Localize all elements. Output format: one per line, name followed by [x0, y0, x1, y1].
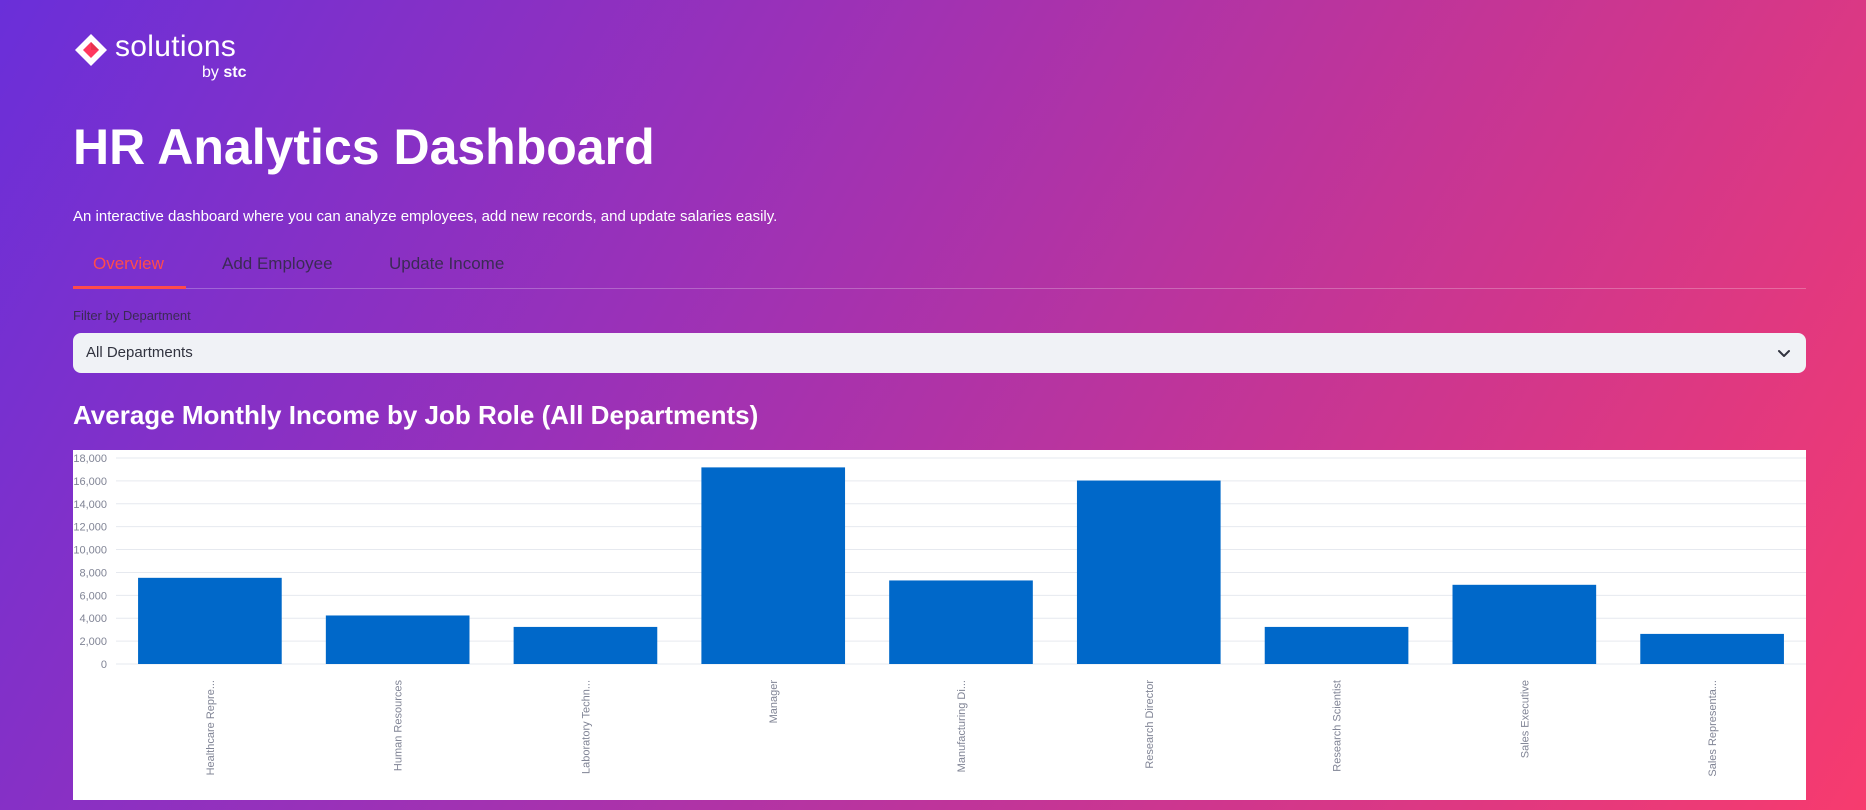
tab-update-income[interactable]: Update Income — [389, 254, 504, 274]
page-title: HR Analytics Dashboard — [73, 119, 655, 175]
tab-add-employee[interactable]: Add Employee — [222, 254, 333, 274]
active-tab-indicator — [73, 286, 186, 289]
chevron-down-icon — [1778, 350, 1790, 357]
brand-company: stc — [223, 64, 247, 81]
brand-logo: solutions by stc — [73, 30, 273, 86]
y-tick-label: 18,000 — [73, 453, 107, 465]
y-tick-label: 4,000 — [79, 613, 107, 625]
x-tick-label: Human Resources — [393, 680, 405, 772]
y-tick-label: 16,000 — [73, 476, 107, 488]
bar[interactable] — [1452, 584, 1597, 664]
y-tick-label: 6,000 — [79, 590, 107, 602]
x-tick-label: Laboratory Techn... — [580, 680, 592, 774]
bar[interactable] — [1264, 626, 1409, 664]
page-subtitle: An interactive dashboard where you can a… — [73, 208, 778, 225]
bar-layer — [138, 467, 1784, 664]
bar[interactable] — [513, 626, 658, 664]
bar[interactable] — [701, 467, 846, 664]
brand-byline: by stc — [202, 64, 246, 82]
y-tick-label: 2,000 — [79, 636, 107, 648]
brand-by: by — [202, 64, 219, 81]
x-tick-label: Research Director — [1144, 680, 1156, 769]
bar[interactable] — [1640, 633, 1784, 664]
y-tick-label: 8,000 — [79, 567, 107, 579]
bar[interactable] — [138, 577, 282, 664]
chart-svg: 0 2,000 4,000 6,000 8,000 10,000 12,000 14,000 1… — [73, 453, 1806, 777]
department-select[interactable]: All Departments — [73, 333, 1806, 373]
y-tick-label: 0 — [101, 659, 107, 671]
bar[interactable] — [325, 615, 470, 664]
tab-overview[interactable]: Overview — [93, 254, 164, 274]
diamond-logo-icon — [75, 34, 107, 66]
x-tick-label: Sales Representa... — [1707, 680, 1719, 777]
y-tick-label: 14,000 — [73, 499, 107, 511]
x-tick-label: Healthcare Repre... — [205, 680, 217, 775]
filter-label: Filter by Department — [73, 308, 191, 323]
y-tick-label: 10,000 — [73, 545, 107, 557]
brand-name: solutions — [115, 30, 237, 63]
x-tick-label: Research Scientist — [1332, 680, 1344, 772]
bar[interactable] — [1076, 480, 1221, 664]
x-tick-label: Sales Executive — [1519, 680, 1531, 758]
x-tick-label: Manufacturing Di... — [956, 680, 968, 772]
x-tick-label: Manager — [768, 680, 780, 724]
tab-bar: Overview Add Employee Update Income — [73, 252, 1806, 289]
department-select-value: All Departments — [86, 344, 193, 361]
x-axis: Healthcare Repre... Human Resources Labora… — [205, 680, 1719, 777]
income-bar-chart: 0 2,000 4,000 6,000 8,000 10,000 12,000 14,000 1… — [73, 450, 1806, 800]
bar[interactable] — [889, 580, 1033, 664]
chart-title: Average Monthly Income by Job Role (All … — [73, 400, 759, 430]
y-axis: 0 2,000 4,000 6,000 8,000 10,000 12,000 14,000 1… — [73, 453, 107, 671]
y-tick-label: 12,000 — [73, 522, 107, 534]
